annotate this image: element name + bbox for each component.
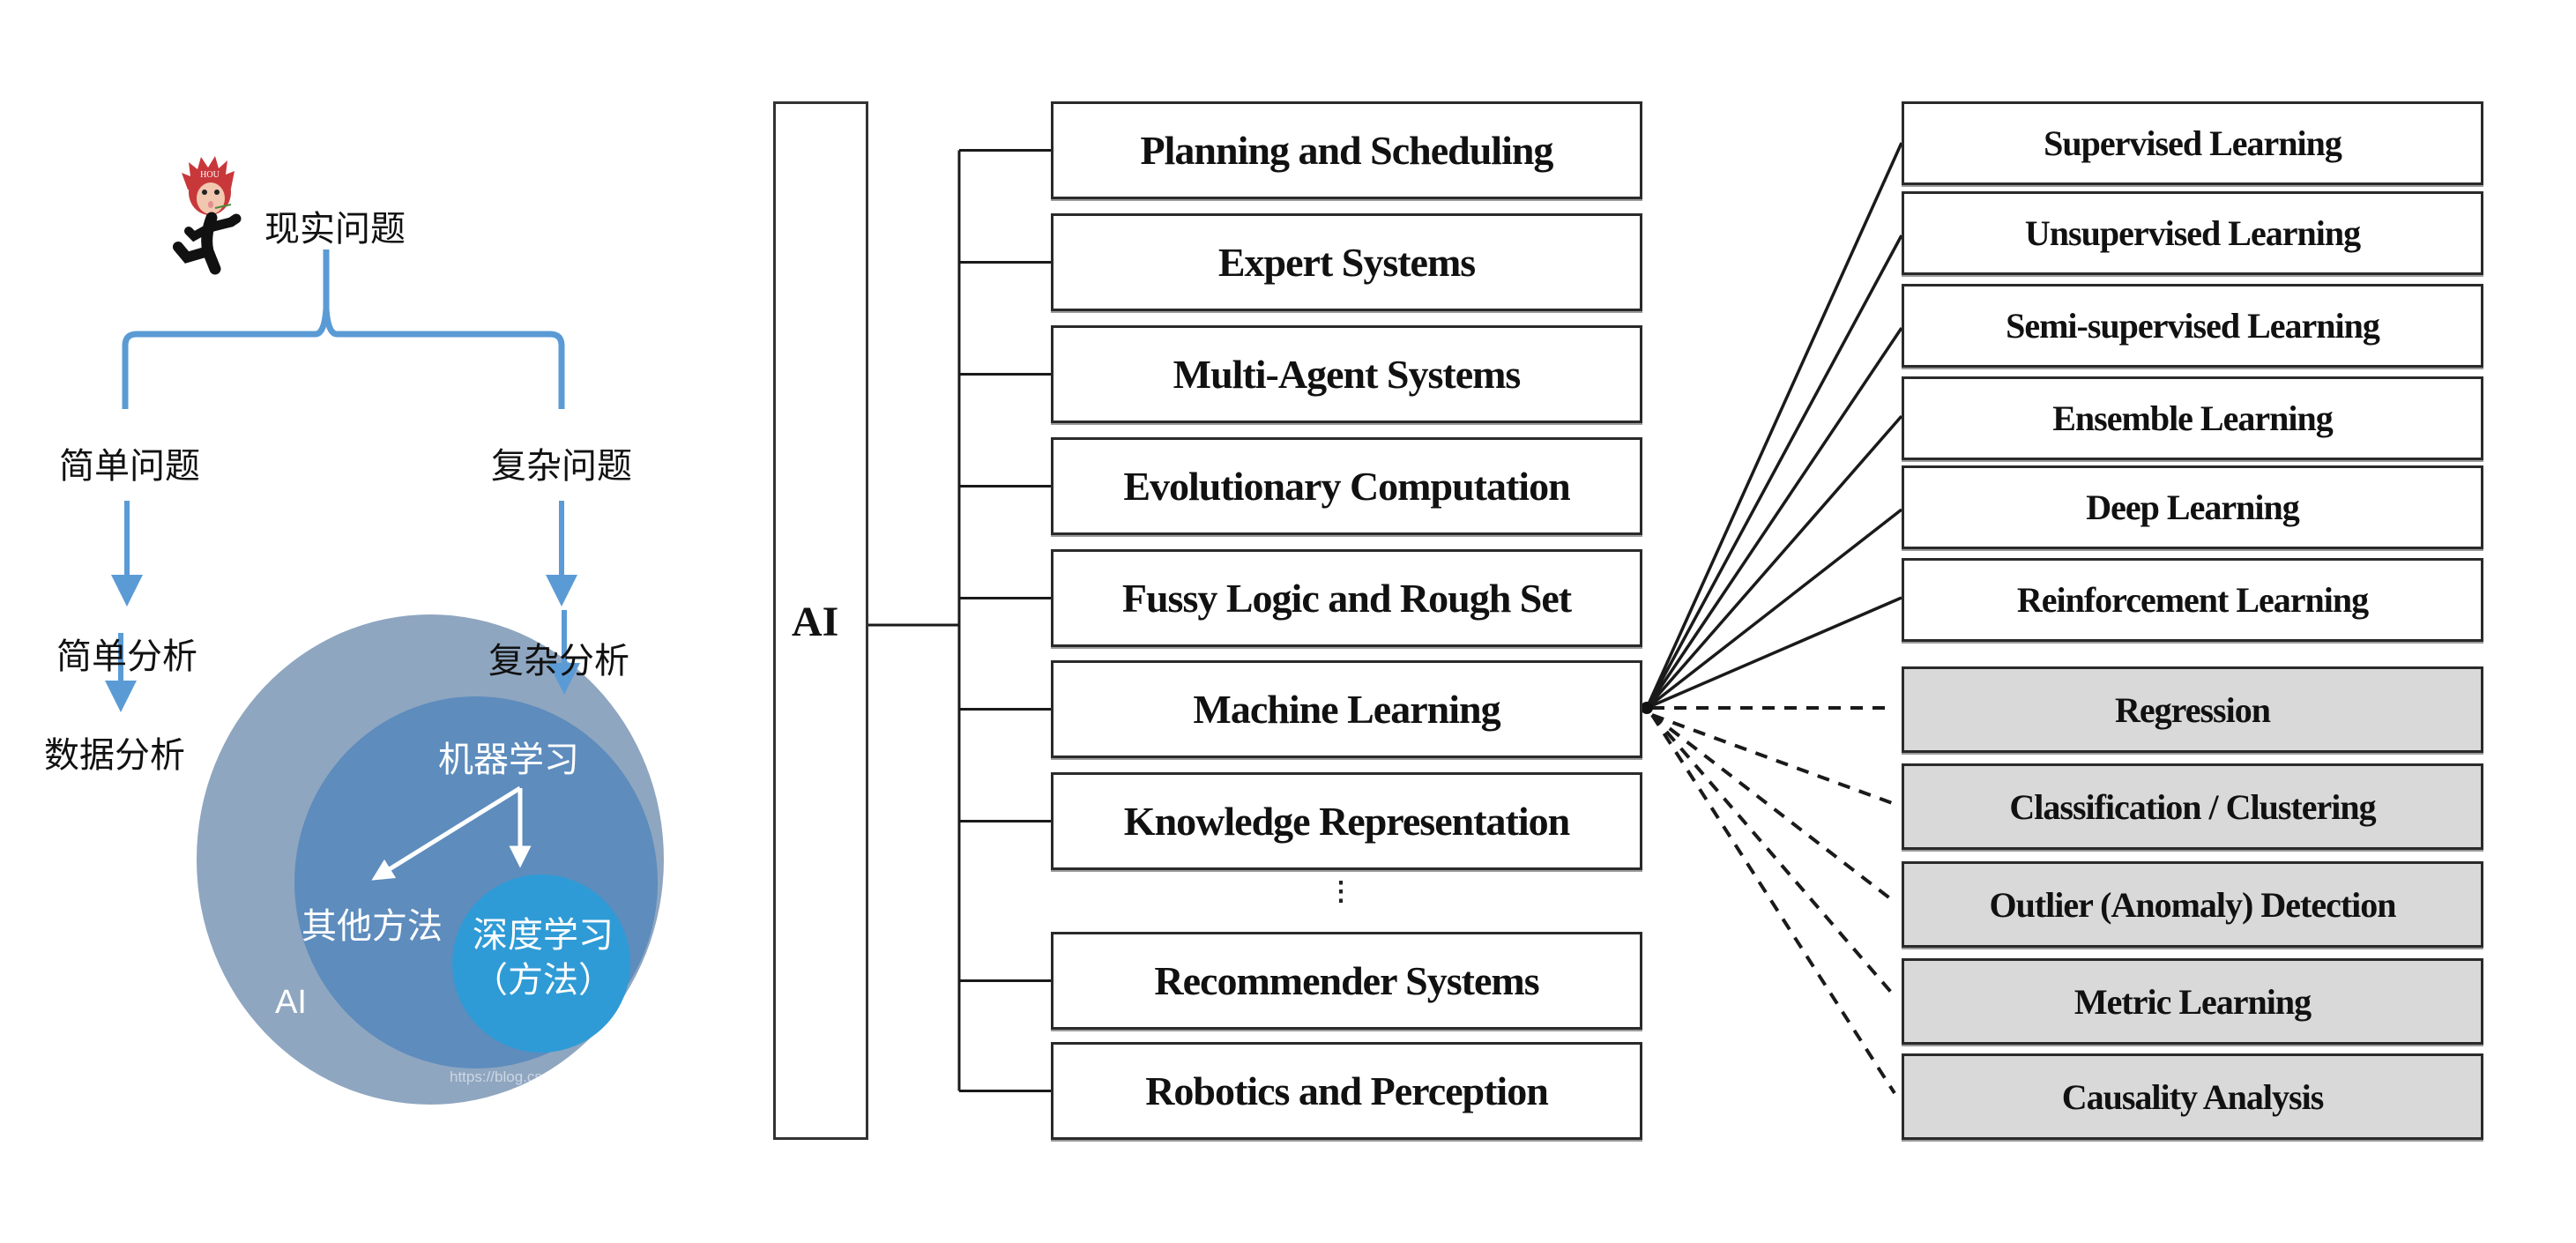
task-connector-2 <box>1650 713 1896 904</box>
category-box-fussy-logic-and-rough-set: Fussy Logic and Rough Set <box>1051 549 1642 647</box>
paradigm-box-ensemble-learning: Ensemble Learning <box>1902 376 2483 460</box>
category-box-machine-learning: Machine Learning <box>1051 660 1642 758</box>
paradigm-box-reinforcement-learning: Reinforcement Learning <box>1902 558 2483 642</box>
task-box-classification-clustering: Classification / Clustering <box>1902 763 2483 850</box>
category-box-recommender-systems: Recommender Systems <box>1051 932 1642 1030</box>
task-connector-4 <box>1650 713 1896 1095</box>
category-box-knowledge-representation: Knowledge Representation <box>1051 772 1642 870</box>
paradigm-connector-3 <box>1645 414 1903 710</box>
paradigm-connector-0 <box>1645 142 1903 709</box>
paradigm-connector-4 <box>1645 508 1903 710</box>
category-box-robotics-and-perception: Robotics and Perception <box>1051 1042 1642 1140</box>
paradigm-connector-2 <box>1645 327 1903 709</box>
task-box-causality-analysis: Causality Analysis <box>1902 1053 2483 1140</box>
paradigm-connector-1 <box>1645 234 1903 709</box>
category-box-planning-and-scheduling: Planning and Scheduling <box>1051 101 1642 199</box>
task-box-regression: Regression <box>1902 666 2483 753</box>
paradigm-box-deep-learning: Deep Learning <box>1902 465 2483 549</box>
paradigm-box-supervised-learning: Supervised Learning <box>1902 101 2483 185</box>
ellipsis-dots: ⋮ <box>1328 877 1354 906</box>
paradigm-box-semi-supervised-learning: Semi-supervised Learning <box>1902 284 2483 368</box>
task-connector-3 <box>1650 713 1896 998</box>
task-box-outlier-anomaly-detection: Outlier (Anomaly) Detection <box>1902 861 2483 948</box>
ml-fan-node <box>1641 702 1653 714</box>
category-box-expert-systems: Expert Systems <box>1051 213 1642 311</box>
task-connector-1 <box>1651 713 1895 806</box>
category-box-evolutionary-computation: Evolutionary Computation <box>1051 437 1642 535</box>
task-box-metric-learning: Metric Learning <box>1902 958 2483 1045</box>
category-box-multi-agent-systems: Multi-Agent Systems <box>1051 325 1642 423</box>
ai-root-label: AI <box>792 599 839 645</box>
paradigm-box-unsupervised-learning: Unsupervised Learning <box>1902 191 2483 275</box>
